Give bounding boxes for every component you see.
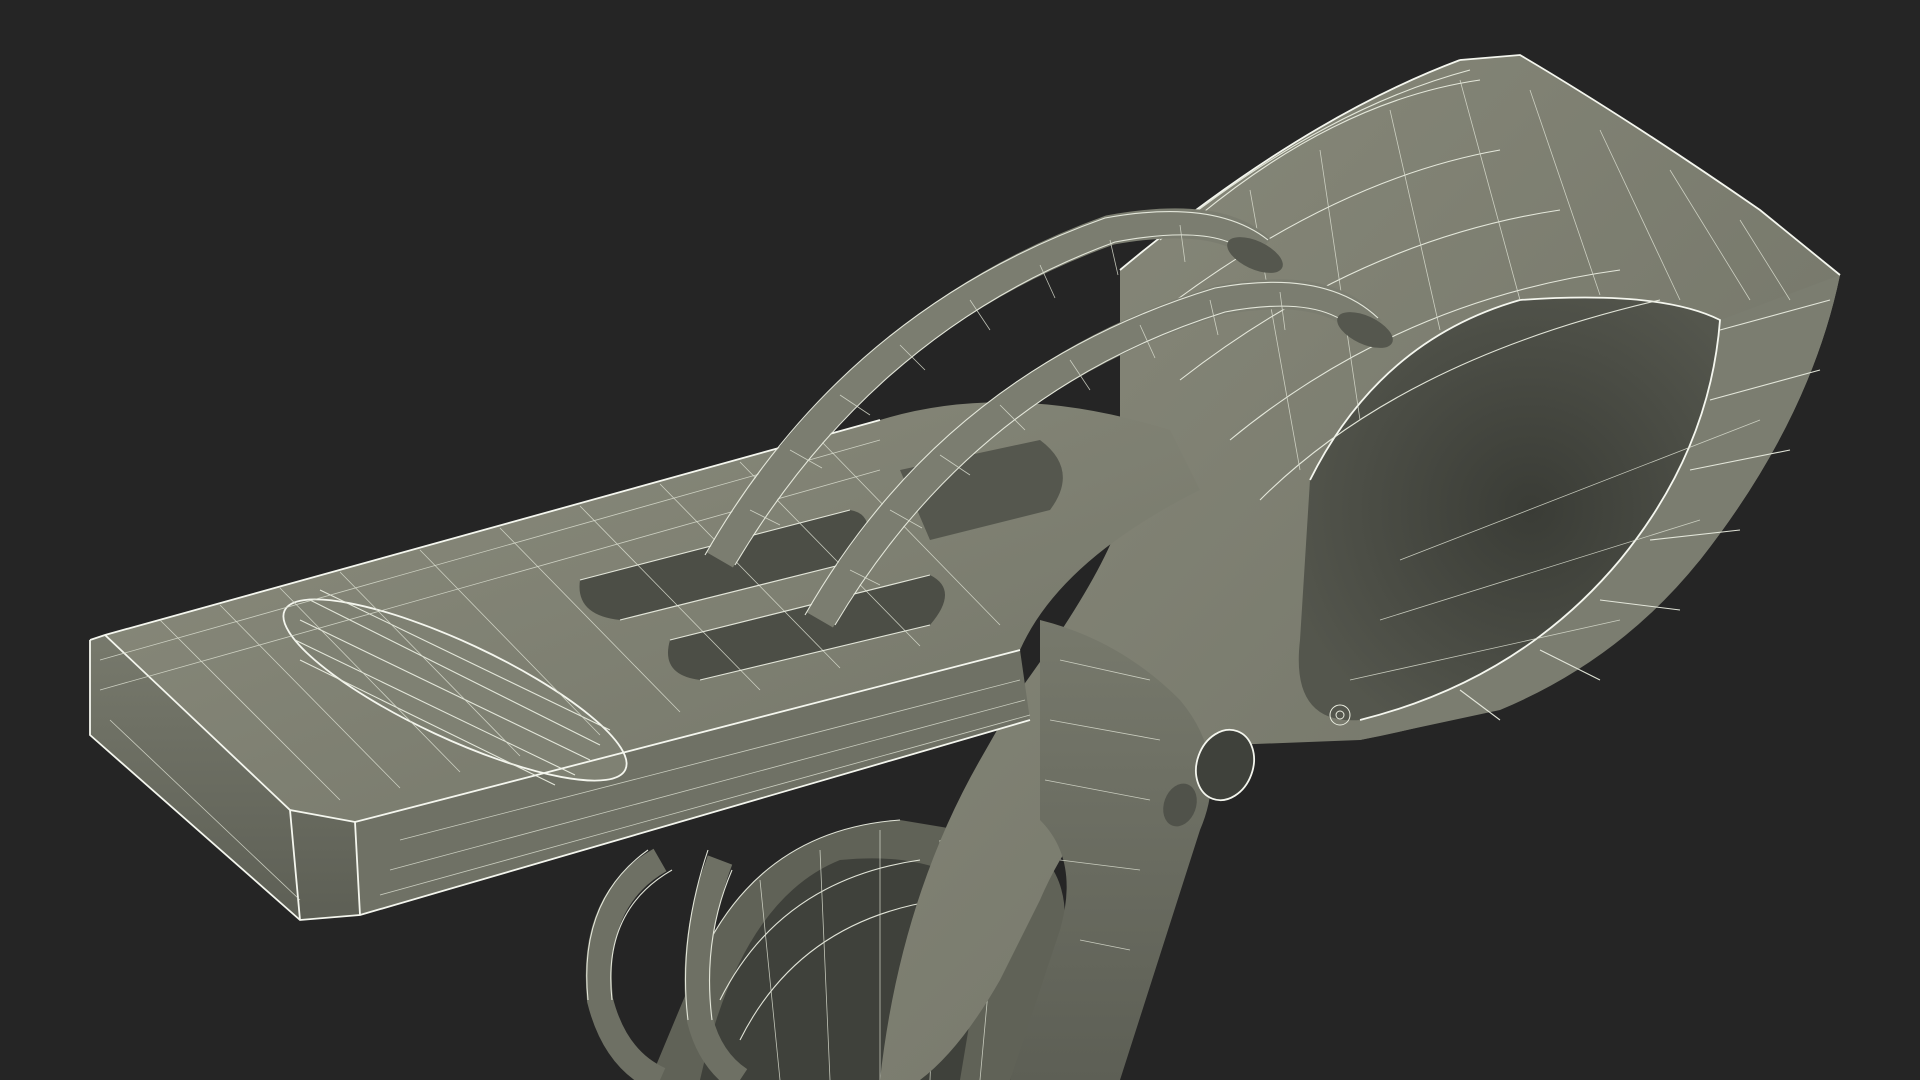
clip-model — [89, 54, 1841, 1080]
render-viewport — [0, 0, 1920, 1080]
